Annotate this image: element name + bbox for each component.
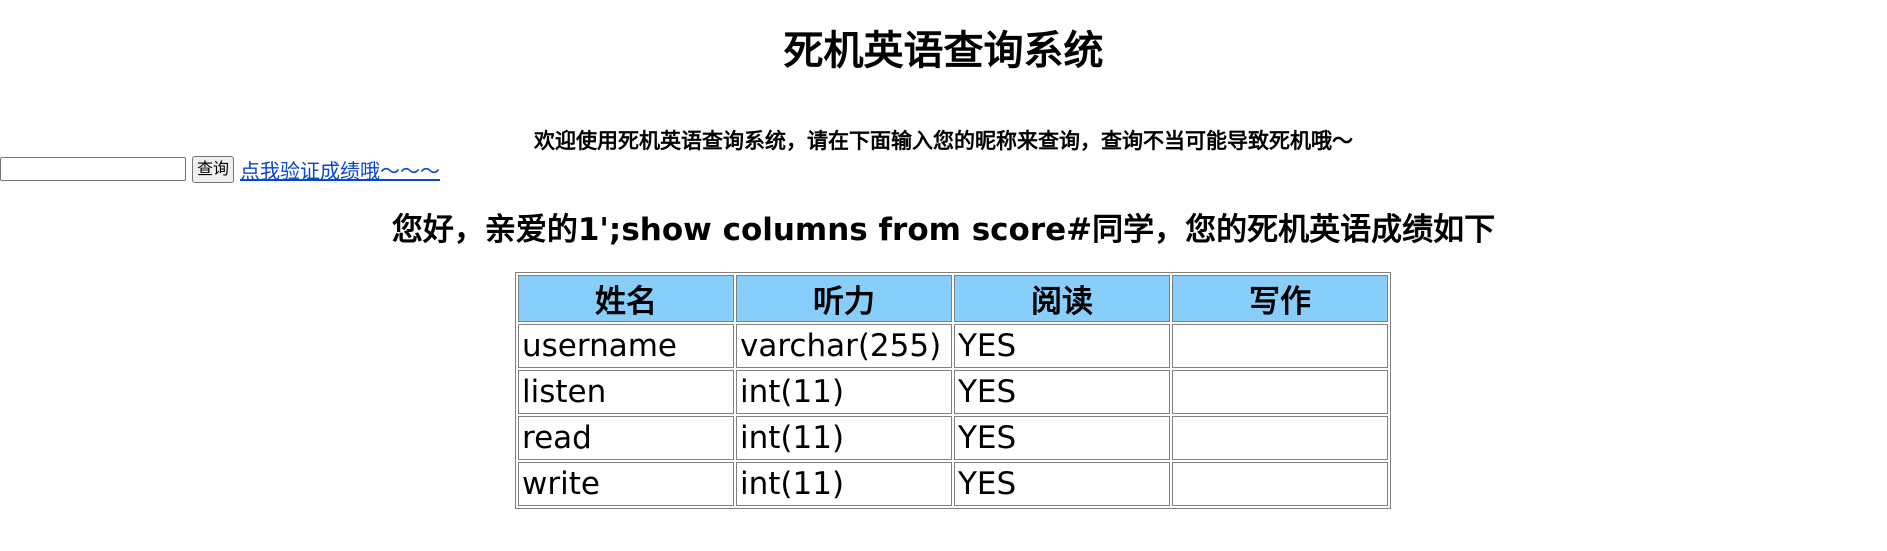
table-cell: username [518, 324, 734, 368]
page-subtitle: 欢迎使用死机英语查询系统，请在下面输入您的昵称来查询，查询不当可能导致死机哦～ [534, 129, 1353, 153]
table-cell [1172, 462, 1388, 506]
query-button[interactable]: 查询 [192, 155, 235, 183]
table-cell: int(11) [736, 462, 952, 506]
search-form: 查询 点我验证成绩哦～～～ [0, 154, 440, 184]
nickname-input[interactable] [0, 157, 186, 181]
table-cell: listen [518, 370, 734, 414]
table-row: username varchar(255) YES [518, 324, 1388, 368]
table-cell: int(11) [736, 370, 952, 414]
page-title: 死机英语查询系统 [783, 28, 1104, 74]
table-cell: YES [954, 416, 1170, 460]
table-row: listen int(11) YES [518, 370, 1388, 414]
header-reading: 阅读 [954, 275, 1170, 322]
score-table: 姓名 听力 阅读 写作 username varchar(255) YES li… [515, 272, 1391, 509]
table-cell: YES [954, 462, 1170, 506]
table-cell [1172, 370, 1388, 414]
table-header-row: 姓名 听力 阅读 写作 [518, 275, 1388, 322]
table-cell: write [518, 462, 734, 506]
header-name: 姓名 [518, 275, 734, 322]
verify-score-link[interactable]: 点我验证成绩哦～～～ [240, 155, 440, 184]
table-cell [1172, 324, 1388, 368]
table-cell: YES [954, 324, 1170, 368]
result-greeting: 您好，亲爱的1';show columns from score#同学，您的死机… [391, 212, 1496, 248]
table-row: read int(11) YES [518, 416, 1388, 460]
table-cell: read [518, 416, 734, 460]
table-cell: YES [954, 370, 1170, 414]
table-row: write int(11) YES [518, 462, 1388, 506]
header-listening: 听力 [736, 275, 952, 322]
table-cell: int(11) [736, 416, 952, 460]
header-writing: 写作 [1172, 275, 1388, 322]
table-cell: varchar(255) [736, 324, 952, 368]
table-cell [1172, 416, 1388, 460]
